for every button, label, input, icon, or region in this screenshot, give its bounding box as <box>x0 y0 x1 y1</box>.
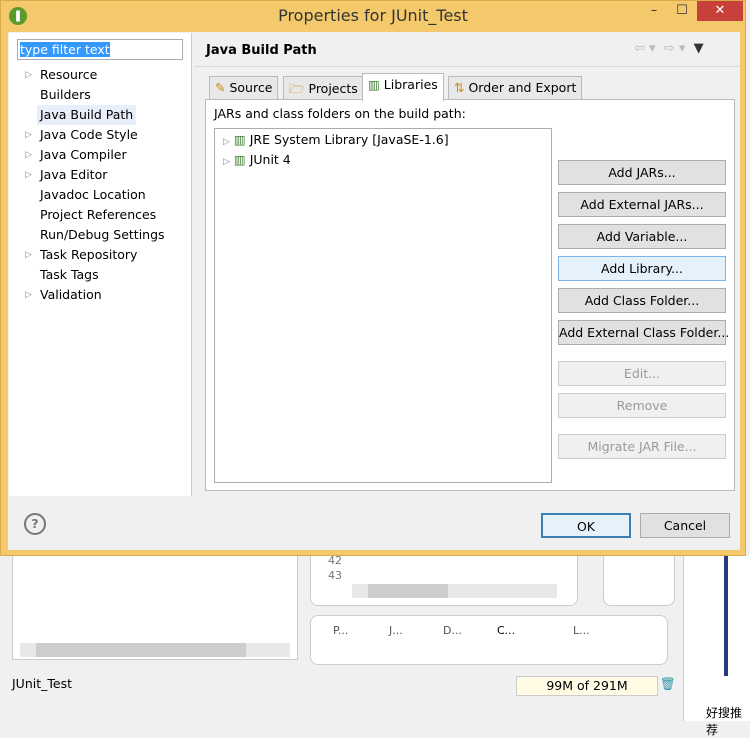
cancel-button[interactable]: Cancel <box>640 513 730 538</box>
view-tab-problems[interactable]: P... <box>333 624 348 637</box>
property-nav: type filter text ▷ Resource Builders Java B… <box>9 33 192 496</box>
library-icon: ▥ <box>233 152 246 167</box>
minimize-button[interactable]: – <box>641 1 667 21</box>
expand-icon[interactable]: ▷ <box>25 145 32 165</box>
title-bar: ❚ Properties for JUnit_Test – ☐ ✕ <box>1 1 745 31</box>
nav-item-label: Java Editor <box>40 167 108 182</box>
heap-status[interactable]: 99M of 291M <box>516 676 658 696</box>
ok-button[interactable]: OK <box>541 513 631 538</box>
right-panel-bg <box>683 556 750 721</box>
remove-button[interactable]: Remove <box>558 393 726 418</box>
nav-item-label: Task Repository <box>40 247 138 262</box>
library-tree[interactable]: ▷ ▥ JRE System Library [JavaSE-1.6] ▷ ▥ … <box>214 128 552 483</box>
order-icon: ⇅ <box>454 80 465 95</box>
expand-icon[interactable]: ▷ <box>25 165 32 185</box>
editor-bg <box>310 556 578 606</box>
nav-item-java-compiler[interactable]: ▷ Java Compiler <box>9 145 189 165</box>
menu-icon: ▼ <box>693 41 704 56</box>
add-jars-button[interactable]: Add JARs... <box>558 160 726 185</box>
tree-item-jre[interactable]: ▷ ▥ JRE System Library [JavaSE-1.6] <box>223 130 449 150</box>
property-page: Java Build Path ⇦ ▾ ⇨ ▾ ▼ ✎ Source 🗁 Pro… <box>194 33 740 496</box>
expand-icon[interactable]: ▷ <box>25 285 32 305</box>
nav-item-run-debug-settings[interactable]: Run/Debug Settings <box>9 225 189 245</box>
divider <box>194 66 740 67</box>
tab-projects[interactable]: 🗁 Projects <box>283 76 364 100</box>
nav-item-java-build-path[interactable]: Java Build Path <box>9 105 189 125</box>
expand-icon[interactable]: ▷ <box>25 125 32 145</box>
view-tab-javadoc[interactable]: J... <box>389 624 403 637</box>
nav-item-label: Run/Debug Settings <box>40 227 165 242</box>
editor-hscroll[interactable] <box>352 584 557 598</box>
add-external-jars-button[interactable]: Add External JARs... <box>558 192 726 217</box>
nav-item-label: Task Tags <box>40 267 99 282</box>
tab-source[interactable]: ✎ Source <box>209 76 279 100</box>
nav-item-task-tags[interactable]: Task Tags <box>9 265 189 285</box>
nav-item-label: Validation <box>40 287 102 302</box>
expand-icon[interactable]: ▷ <box>25 65 32 85</box>
history-nav[interactable]: ⇦ ▾ ⇨ ▾ ▼ <box>634 41 704 56</box>
chinese-text: 好搜推荐 <box>706 706 743 737</box>
tree-item-junit[interactable]: ▷ ▥ JUnit 4 <box>223 150 291 170</box>
help-icon[interactable]: ? <box>24 513 46 535</box>
view-tab-declaration[interactable]: D... <box>443 624 462 637</box>
add-external-class-folder-button[interactable]: Add External Class Folder... <box>558 320 729 345</box>
migrate-jar-button[interactable]: Migrate JAR File... <box>558 434 726 459</box>
button-bar: ? OK Cancel <box>8 498 740 550</box>
nav-item-label: Project References <box>40 207 157 222</box>
add-variable-button[interactable]: Add Variable... <box>558 224 726 249</box>
console-view: P... J... D... C... L... <box>310 615 668 665</box>
nav-item-label: Java Code Style <box>40 127 138 142</box>
expand-icon: ▷ <box>223 157 230 167</box>
expand-icon: ▷ <box>223 137 230 147</box>
library-icon: ▥ <box>368 77 380 92</box>
properties-dialog: ❚ Properties for JUnit_Test – ☐ ✕ type f… <box>0 0 746 556</box>
maximize-button[interactable]: ☐ <box>669 1 695 21</box>
tab-libraries[interactable]: ▥ Libraries <box>362 73 444 101</box>
close-button[interactable]: ✕ <box>697 1 743 21</box>
nav-item-task-repository[interactable]: ▷ Task Repository <box>9 245 189 265</box>
expand-icon[interactable]: ▷ <box>25 245 32 265</box>
forward-icon: ⇨ ▾ <box>663 41 686 56</box>
filter-input[interactable]: type filter text <box>17 39 183 60</box>
status-project: JUnit_Test <box>12 676 72 691</box>
source-icon: ✎ <box>215 80 226 95</box>
nav-item-javadoc-location[interactable]: Javadoc Location <box>9 185 189 205</box>
nav-item-validation[interactable]: ▷ Validation <box>9 285 189 305</box>
libraries-panel: JARs and class folders on the build path… <box>205 99 735 491</box>
nav-item-label: Builders <box>40 87 91 102</box>
nav-item-label: Resource <box>40 67 98 82</box>
nav-item-label: Java Compiler <box>40 147 127 162</box>
tab-order-export[interactable]: ⇅ Order and Export <box>448 76 583 100</box>
nav-item-project-references[interactable]: Project References <box>9 205 189 225</box>
nav-item-java-editor[interactable]: ▷ Java Editor <box>9 165 189 185</box>
dialog-title: Properties for JUnit_Test <box>278 6 468 25</box>
library-icon: ▥ <box>233 132 246 147</box>
back-icon: ⇦ ▾ <box>634 41 656 56</box>
dialog-body: type filter text ▷ Resource Builders Java B… <box>8 32 740 550</box>
add-class-folder-button[interactable]: Add Class Folder... <box>558 288 726 313</box>
path-label: JARs and class folders on the build path… <box>214 106 466 121</box>
view-tab-lib[interactable]: L... <box>573 624 590 637</box>
page-title: Java Build Path <box>206 43 317 58</box>
nav-item-label: Javadoc Location <box>40 187 146 202</box>
nav-item-label: Java Build Path <box>37 105 137 125</box>
nav-item-java-code-style[interactable]: ▷ Java Code Style <box>9 125 189 145</box>
nav-item-builders[interactable]: Builders <box>9 85 189 105</box>
nav-item-resource[interactable]: ▷ Resource <box>9 65 189 85</box>
trash-icon[interactable]: 🗑 <box>660 676 676 692</box>
folder-icon: 🗁 <box>289 81 305 96</box>
outline-bg <box>603 556 675 606</box>
hscroll-left[interactable] <box>20 643 290 657</box>
view-tab-console[interactable]: C... <box>497 624 515 637</box>
add-library-button[interactable]: Add Library... <box>558 256 726 281</box>
filter-text: type filter text <box>20 42 110 57</box>
edit-button[interactable]: Edit... <box>558 361 726 386</box>
line-number-43: 43 <box>328 569 342 582</box>
